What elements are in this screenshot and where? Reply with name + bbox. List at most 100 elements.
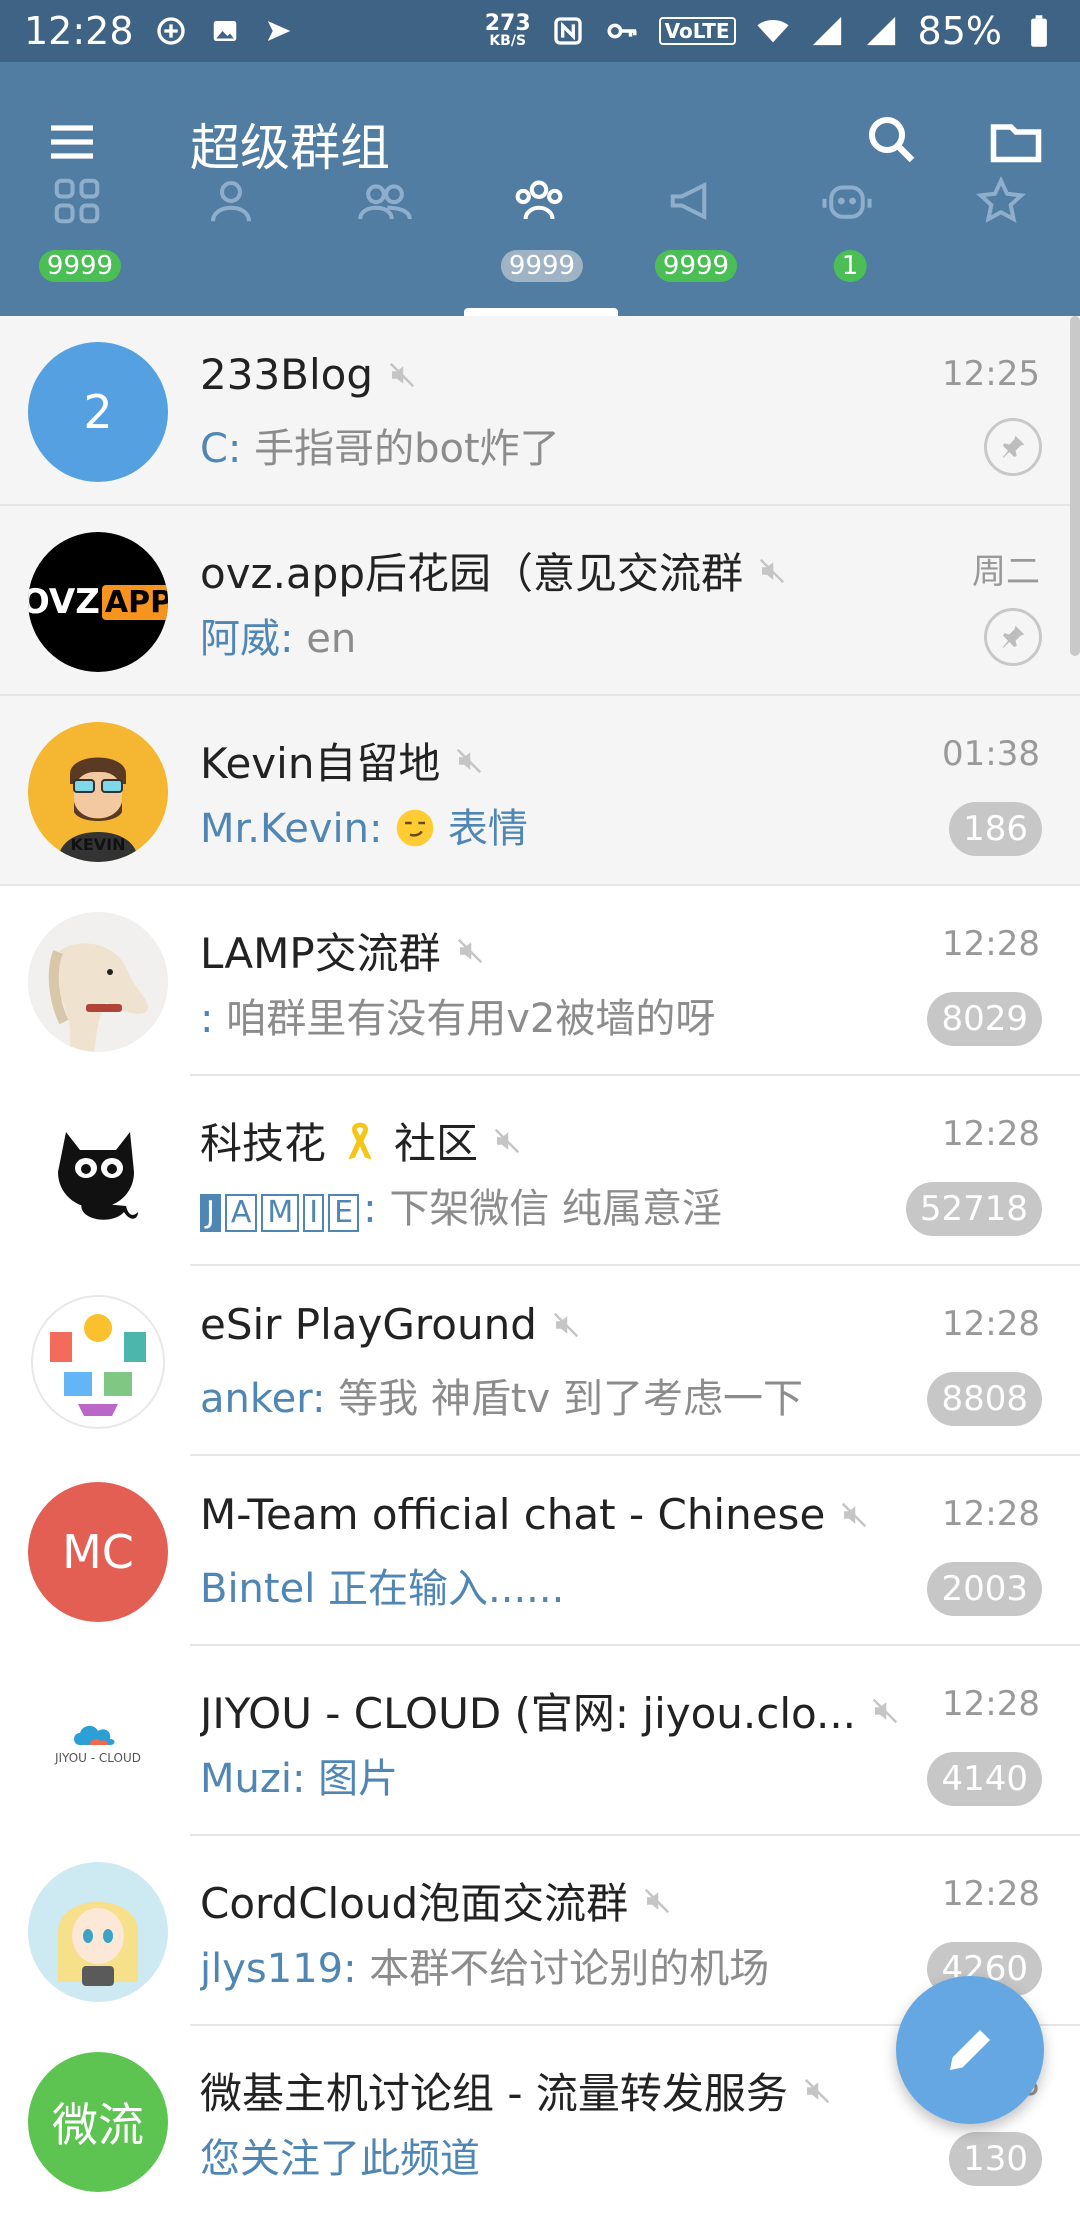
avatar-text: MC [62, 1525, 134, 1579]
typing-indicator: Bintel 正在输入...... [200, 1566, 565, 1612]
chat-preview: anker: 等我 神盾tv 到了考虑一下 [200, 1366, 803, 1424]
avatar: 微流 [28, 2052, 168, 2192]
tab-channels[interactable]: 9999 [616, 160, 770, 282]
chat-title-text: eSir PlayGround [200, 1300, 537, 1349]
chat-title: M-Team official chat - Chinese [200, 1490, 869, 1539]
signal-icon-2 [864, 14, 898, 48]
chat-row[interactable]: OVZ APP ovz.app后花园（意见交流群 周二 阿威: en [0, 506, 1080, 696]
avatar-logo-text: KEVIN [70, 835, 126, 854]
send-icon [262, 14, 296, 48]
chat-title: JIYOU - CLOUD (官网: jiyou.clo... [200, 1680, 900, 1741]
chat-title-text: M-Team official chat - Chinese [200, 1490, 826, 1539]
chat-title-text: ovz.app后花园（意见交流群 [200, 549, 744, 598]
sender-name: 阿威: [200, 616, 294, 662]
chat-title-text: 233Blog [200, 350, 374, 399]
sender-name: Mr.Kevin: [200, 806, 383, 852]
chat-row[interactable]: 科技花 社区 12:28 JAMIE: 下架微信 纯属意淫 52718 [0, 1076, 1080, 1266]
mute-icon [645, 1888, 670, 1913]
chat-title: Kevin自留地 [200, 730, 484, 791]
pin-icon [1003, 435, 1025, 459]
network-speed-value: 273 [484, 11, 531, 36]
chat-title-text: LAMP交流群 [200, 929, 441, 978]
chat-list: 2 233Blog 12:25 C: 手指哥的bot炸了 OVZ APP ovz.… [0, 316, 1080, 2216]
bot-icon [822, 185, 872, 219]
network-speed: 273 KB/S [484, 11, 531, 49]
cloud-logo-icon [74, 1725, 115, 1745]
group-icon [358, 184, 412, 220]
image-icon [208, 14, 242, 48]
chat-preview: Mr.Kevin: 表情 [200, 796, 528, 854]
message-text: en [306, 616, 357, 662]
star-icon [976, 175, 1026, 223]
pencil-icon [950, 2030, 990, 2070]
message-text: 图片 [318, 1756, 399, 1802]
scrollbar[interactable] [1070, 316, 1080, 656]
chat-time: 12:28 [942, 1304, 1040, 1344]
playground-avatar-image [31, 1295, 165, 1429]
chat-title-text: Kevin自留地 [200, 739, 441, 788]
tab-supergroups[interactable]: 9999 [462, 160, 616, 282]
tab-groups[interactable] [308, 160, 462, 254]
chat-preview: : 咱群里有没有用v2被墙的呀 [200, 986, 715, 1044]
chat-time: 12:28 [942, 1874, 1040, 1914]
chat-row[interactable]: 2 233Blog 12:25 C: 手指哥的bot炸了 [0, 316, 1080, 506]
chat-row[interactable]: JIYOU - CLOUD JIYOU - CLOUD (官网: jiyou.c… [0, 1646, 1080, 1836]
chat-time: 周二 [972, 552, 1040, 592]
chat-title: 233Blog [200, 350, 417, 399]
avatar: JIYOU - CLOUD [28, 1672, 168, 1812]
sender-name: jlys119: [200, 1946, 357, 1992]
active-tab-indicator [464, 308, 618, 316]
message-text: 本群不给讨论别的机场 [369, 1946, 770, 1992]
unread-count-badge: 2003 [927, 1562, 1042, 1616]
unread-count-badge: 8029 [927, 992, 1042, 1046]
status-bar: 12:28 273 KB/S VoLTE 85% [0, 0, 1080, 62]
tab-bots[interactable]: 1 [770, 160, 924, 282]
sender-letter-box: M [261, 1194, 300, 1232]
dog-avatar-image [28, 912, 168, 1052]
unread-count-badge: 8808 [927, 1372, 1042, 1426]
pinned-indicator [984, 608, 1042, 666]
chat-row[interactable]: KEVIN Kevin自留地 01:38 Mr.Kevin: 表情 186 [0, 696, 1080, 886]
chat-time: 01:38 [942, 734, 1040, 774]
supergroup-icon [515, 180, 563, 220]
tab-favorites[interactable] [924, 160, 1078, 254]
chat-title-text: JIYOU - CLOUD (官网: jiyou.clo... [200, 1689, 857, 1738]
status-bar-left: 12:28 [24, 9, 296, 53]
mute-icon [804, 2078, 829, 2103]
avatar-text: 微流 [52, 2098, 144, 2152]
avatar-logo-text: JIYOU - CLOUD [54, 1751, 142, 1765]
chat-preview: Bintel 正在输入...... [200, 1556, 564, 1614]
tab-all-badge: 9999 [38, 250, 122, 282]
avatar-logo-text-2: APP [101, 584, 168, 620]
mute-icon [759, 558, 785, 583]
mute-icon [553, 1312, 579, 1337]
tab-supergroups-badge: 9999 [500, 250, 584, 282]
mute-icon [389, 362, 415, 387]
wifi-icon [756, 14, 790, 48]
chat-preview: JAMIE: 下架微信 纯属意淫 [200, 1176, 722, 1234]
black-cat-avatar-image [28, 1102, 168, 1242]
chat-time: 12:28 [942, 1684, 1040, 1724]
user-icon [210, 180, 252, 222]
sender-letter-box: A [224, 1194, 258, 1232]
data-saver-icon [154, 14, 188, 48]
tab-all[interactable]: 9999 [0, 160, 154, 282]
tab-users[interactable] [154, 160, 308, 254]
chat-title: 微基主机讨论组 - 流量转发服务 [200, 2060, 832, 2121]
chat-title-suffix: 社区 [394, 1119, 479, 1168]
message-text: 咱群里有没有用v2被墙的呀 [226, 996, 716, 1042]
sender-name: Muzi: [200, 1756, 306, 1802]
compose-button[interactable] [896, 1976, 1044, 2124]
chat-row[interactable]: LAMP交流群 12:28 : 咱群里有没有用v2被墙的呀 8029 [0, 886, 1080, 1076]
nfc-icon [551, 14, 585, 48]
chat-row[interactable]: eSir PlayGround 12:28 anker: 等我 神盾tv 到了考… [0, 1266, 1080, 1456]
chat-row[interactable]: MC M-Team official chat - Chinese 12:28 … [0, 1456, 1080, 1646]
all-chats-icon [54, 178, 100, 224]
avatar [28, 1862, 168, 2002]
unread-count-badge: 186 [949, 802, 1042, 856]
avatar-text: 2 [83, 385, 113, 439]
sender-letter-box: I [303, 1194, 325, 1232]
chat-title: LAMP交流群 [200, 920, 485, 981]
message-text: 手指哥的bot炸了 [254, 426, 560, 472]
sender-letter-box: J [200, 1194, 221, 1232]
